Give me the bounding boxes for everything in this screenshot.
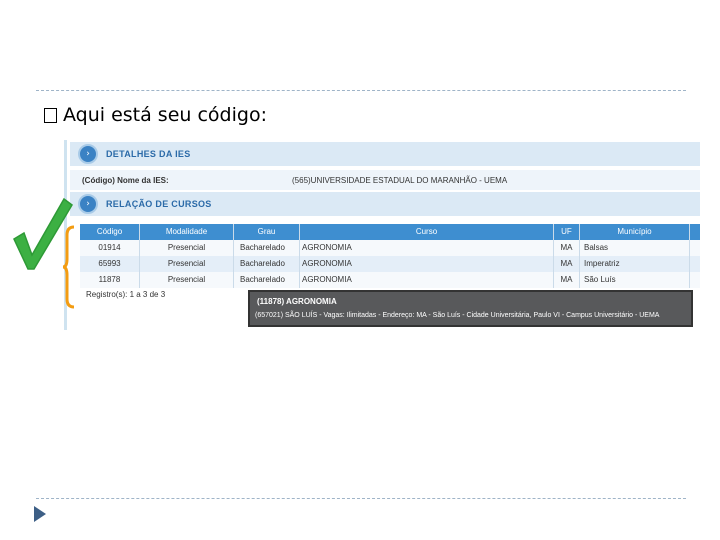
- tooltip-title: (11878) AGRONOMIA: [257, 297, 337, 306]
- table-row[interactable]: 65993 Presencial Bacharelado AGRONOMIA M…: [80, 256, 700, 272]
- section-details-title: DETALHES DA IES: [106, 149, 191, 159]
- bullet-box-icon: [44, 107, 57, 123]
- cell-modalidade: Presencial: [140, 272, 234, 288]
- section-courses-header[interactable]: › RELAÇÃO DE CURSOS: [70, 192, 700, 216]
- cell-modalidade: Presencial: [140, 240, 234, 256]
- cell-modalidade: Presencial: [140, 256, 234, 272]
- section-arrow-icon[interactable]: ›: [78, 144, 98, 164]
- ies-value: (565)UNIVERSIDADE ESTADUAL DO MARANHÃO -…: [292, 175, 508, 185]
- registros-count: Registro(s): 1 a 3 de 3: [86, 290, 166, 299]
- table-row[interactable]: 01914 Presencial Bacharelado AGRONOMIA M…: [80, 240, 700, 256]
- col-header-municipio[interactable]: Município: [580, 224, 690, 240]
- cell-grau: Bacharelado: [234, 272, 300, 288]
- cell-municipio: Balsas: [580, 240, 690, 256]
- cell-curso: AGRONOMIA: [300, 272, 554, 288]
- cell-uf: MA: [554, 240, 580, 256]
- table-header-row: Código Modalidade Grau Curso UF Municípi…: [80, 224, 700, 240]
- cell-codigo: 01914: [80, 240, 140, 256]
- section-details-header[interactable]: › DETALHES DA IES: [70, 142, 700, 166]
- cell-uf: MA: [554, 272, 580, 288]
- section-arrow-icon[interactable]: ›: [78, 194, 98, 214]
- cell-municipio: São Luís: [580, 272, 690, 288]
- table-row[interactable]: 11878 Presencial Bacharelado AGRONOMIA M…: [80, 272, 700, 288]
- bullet-text: Aqui está seu código:: [63, 104, 267, 126]
- col-header-uf[interactable]: UF: [554, 224, 580, 240]
- cell-codigo: 65993: [80, 256, 140, 272]
- course-tooltip: (11878) AGRONOMIA (657021) SÃO LUÍS - Va…: [248, 290, 693, 327]
- nav-next-icon[interactable]: [34, 506, 46, 522]
- bullet-line: Aqui está seu código:: [44, 100, 267, 130]
- cell-grau: Bacharelado: [234, 256, 300, 272]
- col-header-modalidade[interactable]: Modalidade: [140, 224, 234, 240]
- ies-label: (Código) Nome da IES:: [82, 175, 169, 185]
- ies-row: (Código) Nome da IES: (565)UNIVERSIDADE …: [70, 170, 700, 190]
- section-courses-title: RELAÇÃO DE CURSOS: [106, 199, 212, 209]
- col-header-curso[interactable]: Curso: [300, 224, 554, 240]
- cell-grau: Bacharelado: [234, 240, 300, 256]
- cell-curso: AGRONOMIA: [300, 256, 554, 272]
- cell-curso: AGRONOMIA: [300, 240, 554, 256]
- top-divider: [36, 90, 686, 91]
- col-header-grau[interactable]: Grau: [234, 224, 300, 240]
- cell-codigo: 11878: [80, 272, 140, 288]
- cell-uf: MA: [554, 256, 580, 272]
- tooltip-body: (657021) SÃO LUÍS - Vagas: Ilimitadas - …: [255, 312, 660, 319]
- brace-icon: [62, 225, 75, 309]
- bottom-divider: [36, 498, 686, 499]
- courses-table: Código Modalidade Grau Curso UF Municípi…: [80, 224, 700, 288]
- col-header-codigo[interactable]: Código: [80, 224, 140, 240]
- cell-municipio: Imperatriz: [580, 256, 690, 272]
